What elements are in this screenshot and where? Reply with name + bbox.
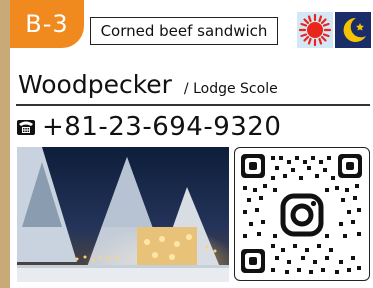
- shop-name-text: Woodpecker: [18, 70, 172, 99]
- shop-code: B-3: [25, 10, 69, 38]
- shop-name: Woodpecker / Lodge Scole: [18, 70, 278, 99]
- sun-icon: [297, 12, 333, 48]
- shop-location: / Lodge Scole: [183, 81, 278, 97]
- shop-photo: [17, 147, 229, 282]
- divider: [16, 104, 370, 106]
- phone-row: +81-23-694-9320: [16, 112, 281, 142]
- menu-item-box: Corned beef sandwich: [90, 17, 278, 45]
- moon-icon: [335, 12, 371, 48]
- shop-code-badge: B-3: [10, 0, 84, 48]
- menu-item-label: Corned beef sandwich: [100, 22, 268, 40]
- phone-number[interactable]: +81-23-694-9320: [42, 112, 281, 142]
- instagram-qr-code[interactable]: [234, 147, 370, 281]
- telephone-icon: [16, 118, 36, 136]
